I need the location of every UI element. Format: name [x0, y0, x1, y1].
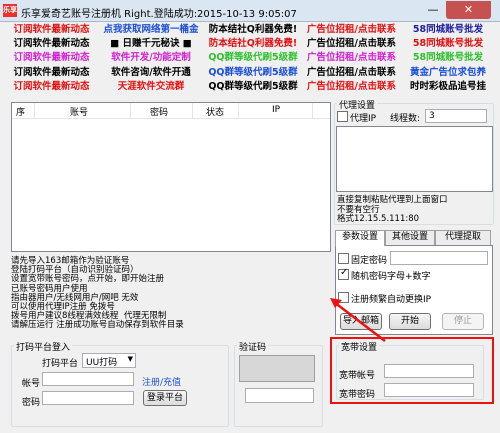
app-logo-icon: 乐享 [3, 4, 17, 17]
platform-label: 打码平台 [42, 359, 79, 369]
ad-link[interactable]: 黄金广告位求包养 [400, 66, 496, 80]
minimize-icon: — [427, 3, 439, 16]
column-header-ip[interactable]: IP [272, 105, 280, 115]
close-button[interactable]: ✕ [446, 1, 491, 19]
threads-input[interactable]: 3 [425, 109, 487, 123]
ad-link[interactable]: 广告位招租/点击联系 [304, 80, 399, 94]
captcha-platform-title: 打码平台登入 [14, 340, 73, 353]
log-line: 请解压运行 注册成功账号自动保存到软件目录 [11, 320, 184, 331]
ad-link[interactable]: 天涯软件交流群 [101, 80, 201, 94]
threads-label: 线程数: [390, 114, 421, 124]
login-platform-button[interactable]: 登录平台 [143, 390, 187, 406]
platform-select-value: UU打码 [86, 358, 118, 368]
column-header-status[interactable]: 状态 [206, 105, 224, 118]
ad-link[interactable]: 58同城账号批发 [400, 37, 496, 51]
account-list[interactable]: 序 账号 密码 状态 IP [11, 102, 331, 252]
ad-link[interactable]: QQ群等级代刷5级群 [203, 80, 303, 94]
title-bar: 乐享 乐享爱奇艺账号注册机 Right.登陆成功:2015-10-13 9:05… [0, 0, 500, 22]
column-divider [130, 103, 131, 119]
ad-link[interactable]: 订阅软件最新动态 [4, 23, 99, 37]
stop-button[interactable]: 停止 [442, 313, 484, 330]
account-list-header: 序 账号 密码 状态 IP [12, 103, 330, 119]
chevron-down-icon: ▼ [127, 355, 133, 363]
column-header-password[interactable]: 密码 [150, 105, 168, 118]
random-password-label: 随机密码字母+数字 [351, 272, 431, 282]
minimize-button[interactable]: — [420, 1, 446, 19]
account-input[interactable] [42, 372, 134, 386]
ad-link[interactable]: 点我获取网络第一桶金 [101, 23, 201, 37]
ad-link[interactable]: 广告位招租/点击联系 [304, 66, 399, 80]
ad-link[interactable]: 订阅软件最新动态 [4, 37, 99, 51]
ad-link[interactable]: 订阅软件最新动态 [4, 80, 99, 94]
tab-params[interactable]: 参数设置 [335, 230, 385, 246]
ad-link[interactable]: 订阅软件最新动态 [4, 66, 99, 80]
highlight-box [330, 337, 494, 404]
instruction-log: 请先导入163邮箱作为验证账号 登陆打码平台（自动识别验证码） 设置宽带账号密码，点… [11, 256, 184, 331]
account-label: 帐号 [22, 379, 41, 389]
ad-link[interactable]: 防本结社Q利器免费! [203, 23, 303, 37]
ad-link[interactable]: 广告位招租/点击联系 [304, 51, 399, 65]
tab-other[interactable]: 其他设置 [385, 230, 435, 245]
proxy-settings-title: 代理设置 [337, 98, 378, 111]
arrow-annotation-icon [330, 298, 386, 342]
ad-link[interactable]: QQ群等级代刷5级群 [203, 66, 303, 80]
column-divider [238, 103, 239, 119]
fixed-password-label: 固定密码 [351, 256, 388, 266]
ad-link[interactable]: 防本结社Q利器免费! [203, 37, 303, 51]
close-icon: ✕ [463, 3, 474, 16]
proxy-ip-label: 代理IP [350, 114, 377, 124]
password-input[interactable] [42, 391, 134, 405]
proxy-list-textarea[interactable] [336, 126, 493, 192]
proxy-ip-checkbox[interactable] [337, 111, 348, 122]
ad-link[interactable]: 广告位招租/点击联系 [304, 37, 399, 51]
ad-link[interactable]: 58同城账号批发 [400, 23, 496, 37]
column-header-account[interactable]: 账号 [70, 105, 88, 118]
ad-link[interactable]: ■ 日赚千元秘诀 ■ [101, 37, 201, 51]
window-title: 乐享爱奇艺账号注册机 Right.登陆成功:2015-10-13 9:05:07 [21, 9, 297, 20]
ad-link[interactable]: 58同城账号批发 [400, 51, 496, 65]
captcha-image [239, 355, 315, 382]
ad-link-grid: 订阅软件最新动态 点我获取网络第一桶金 防本结社Q利器免费! 广告位招租/点击联系 58… [4, 23, 496, 95]
ad-link[interactable]: 软件咨询/软件开通 [101, 66, 201, 80]
proxy-hint: 直接复制粘贴代理到上面窗口 不要有空行 格式12.15.5.111:80 [337, 195, 448, 224]
start-button[interactable]: 开始 [389, 313, 431, 330]
column-divider [192, 103, 193, 119]
ad-link[interactable]: 订阅软件最新动态 [4, 51, 99, 65]
captcha-input[interactable] [245, 388, 314, 403]
register-recharge-link[interactable]: 注册/充值 [142, 375, 181, 388]
column-divider [34, 103, 35, 119]
fixed-password-checkbox[interactable] [338, 253, 349, 264]
tab-proxy-extract[interactable]: 代理提取 [435, 230, 491, 245]
password-label: 密码 [22, 398, 41, 408]
ad-link[interactable]: 软件开发/功能定制 [101, 51, 201, 65]
ad-link[interactable]: QQ群等级代刷5级群 [203, 51, 303, 65]
platform-select[interactable]: UU打码 ▼ [82, 353, 136, 368]
column-divider [312, 103, 313, 119]
fixed-password-input[interactable] [390, 251, 488, 265]
captcha-title: 验证码 [237, 340, 269, 353]
random-password-checkbox[interactable] [338, 267, 349, 280]
ad-link[interactable]: 广告位招租/点击联系 [304, 23, 399, 37]
column-header-index[interactable]: 序 [16, 105, 25, 118]
ad-link[interactable]: 时时彩极品追号挂 [400, 80, 496, 94]
